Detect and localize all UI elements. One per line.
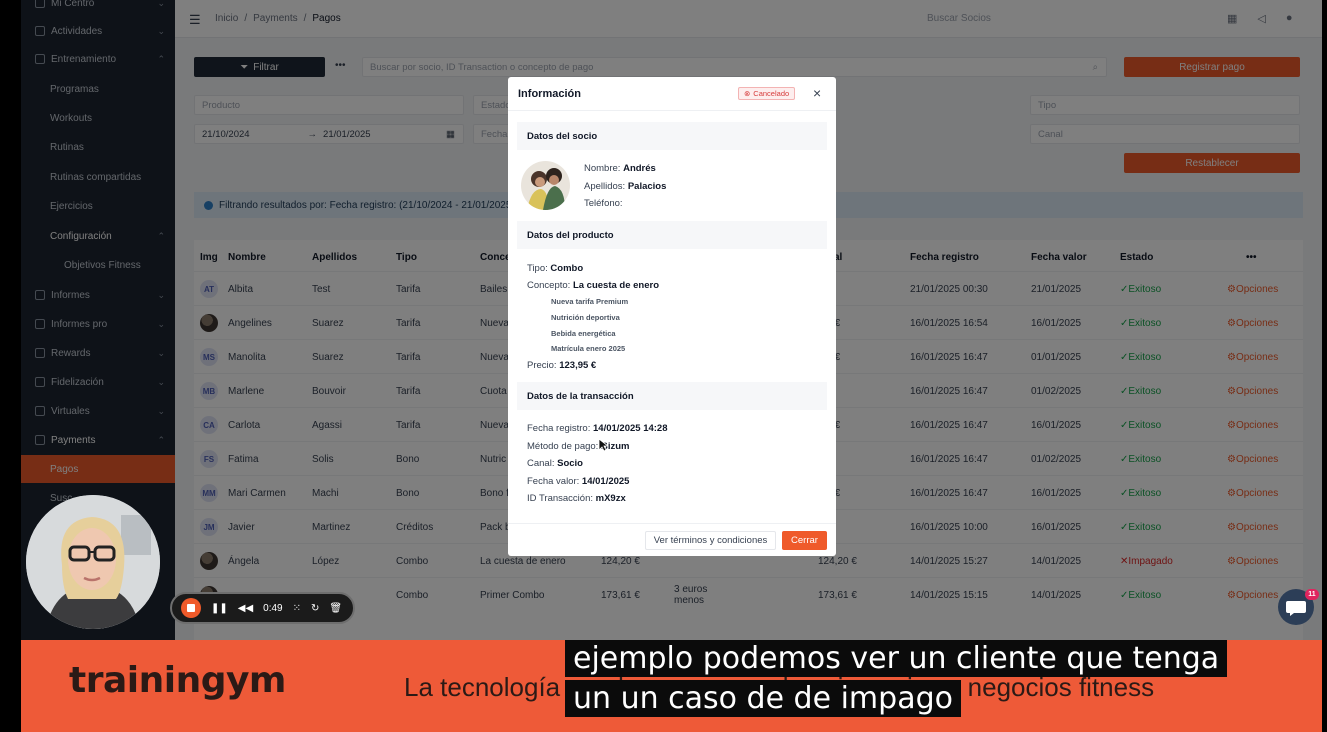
transaccion-fecha-valor: Fecha valor: 14/01/2025	[527, 476, 629, 487]
producto-concepto: Concepto: La cuesta de enero	[527, 280, 659, 291]
mouse-cursor-icon	[598, 438, 608, 452]
apellidos-value: Palacios	[627, 181, 667, 192]
transaccion-canal: Canal: Socio	[527, 458, 583, 469]
status-badge: ⊗ Cancelado	[738, 87, 796, 100]
fecha-valor-value: 14/01/2025	[581, 476, 630, 487]
socio-telefono: Teléfono:	[584, 198, 623, 209]
canal-value: Socio	[557, 458, 583, 469]
apellidos-label: Apellidos:	[584, 181, 626, 192]
restart-icon[interactable]: ↻	[311, 603, 319, 614]
id-label: ID Transacción:	[527, 493, 593, 504]
terms-button[interactable]: Ver términos y condiciones	[645, 531, 776, 550]
caption-line-1: ejemplo podemos ver un cliente que tenga	[565, 640, 1228, 677]
trash-icon[interactable]: 🗑	[329, 603, 342, 614]
concepto-item: Matrícula enero 2025	[551, 344, 626, 353]
brand-logo: trainingym	[69, 660, 286, 701]
caption-line-2: un un caso de de impago	[565, 680, 961, 717]
transaccion-metodo: Método de pago: Bizum	[527, 441, 629, 452]
status-badge-label: Cancelado	[753, 89, 790, 98]
metodo-label: Método de pago:	[527, 441, 599, 452]
modal-header: Información ⊗ Cancelado ×	[508, 77, 836, 111]
tipo-label: Tipo:	[527, 263, 548, 274]
fecha-registro-label: Fecha registro:	[527, 423, 591, 434]
socio-nombre: Nombre: Andrés	[584, 163, 656, 174]
modal-title: Información	[518, 88, 581, 100]
transaccion-id: ID Transacción: mX9zx	[527, 493, 626, 504]
webcam-overlay	[26, 495, 160, 629]
canal-label: Canal:	[527, 458, 555, 469]
producto-precio: Precio: 123,95 €	[527, 360, 596, 371]
recording-timer: 0:49	[263, 602, 283, 614]
screen: Mi Centro⌄ Actividades⌄ Entrenamiento⌃ P…	[0, 0, 1327, 732]
pause-icon[interactable]: ❚❚	[211, 603, 228, 614]
close-button[interactable]: Cerrar	[782, 531, 827, 550]
nombre-label: Nombre:	[584, 163, 621, 174]
id-value: mX9zx	[595, 493, 626, 504]
precio-label: Precio:	[527, 360, 557, 371]
fecha-valor-label: Fecha valor:	[527, 476, 580, 487]
tipo-value: Combo	[550, 263, 584, 274]
section-transaccion: Datos de la transacción	[517, 382, 827, 410]
concepto-value: La cuesta de enero	[572, 280, 660, 291]
modal-footer: Ver términos y condiciones Cerrar	[508, 523, 836, 556]
section-socio: Datos del socio	[517, 122, 827, 150]
section-producto: Datos del producto	[517, 221, 827, 249]
concepto-item: Nueva tarifa Premium	[551, 297, 629, 306]
close-icon[interactable]: ×	[813, 85, 821, 101]
rewind-icon[interactable]: ◀◀	[238, 603, 253, 614]
nombre-value: Andrés	[623, 163, 656, 174]
concepto-item: Nutrición deportiva	[551, 313, 620, 322]
screen-recorder-controls: ❚❚ ◀◀ 0:49 ⁙ ↻ 🗑	[170, 592, 355, 624]
concepto-item: Bebida energética	[551, 329, 616, 338]
avatar	[521, 161, 570, 210]
precio-value: 123,95 €	[559, 360, 597, 371]
stop-recording-button[interactable]	[181, 598, 201, 618]
producto-tipo: Tipo: Combo	[527, 263, 583, 274]
fecha-registro-value: 14/01/2025 14:28	[593, 423, 668, 434]
transaccion-fecha-registro: Fecha registro: 14/01/2025 14:28	[527, 423, 668, 434]
cancel-circle-icon: ⊗	[744, 89, 751, 98]
grid-icon[interactable]: ⁙	[293, 603, 301, 614]
payment-info-modal: Información ⊗ Cancelado × Datos del socio…	[508, 77, 836, 556]
telefono-label: Teléfono:	[584, 198, 623, 209]
notification-badge: 11	[1305, 589, 1319, 600]
socio-apellidos: Apellidos: Palacios	[584, 181, 666, 192]
concepto-label: Concepto:	[527, 280, 571, 291]
